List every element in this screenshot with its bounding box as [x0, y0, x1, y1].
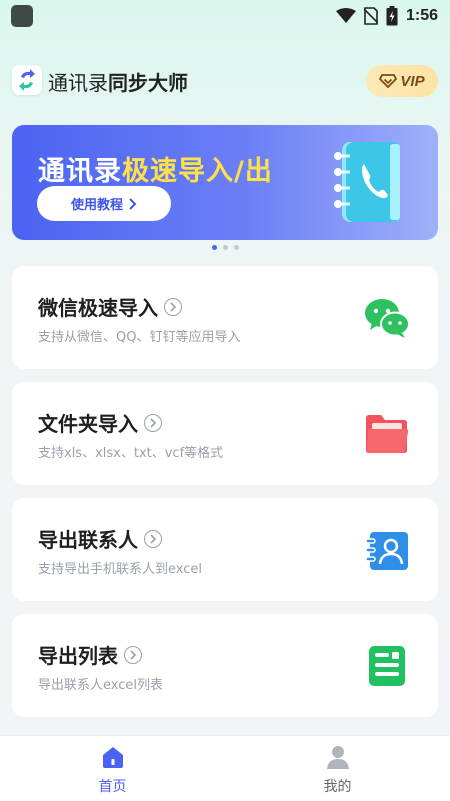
- card-folder-import[interactable]: 文件夹导入 支持xls、xlsx、txt、vcf等格式: [12, 382, 438, 485]
- battery-charging-icon: [386, 6, 398, 26]
- banner-title-highlight: 极速导入/出: [122, 156, 273, 187]
- card-subtitle: 支持从微信、QQ、钉钉等应用导入: [38, 330, 241, 345]
- app-title: 通讯录同步大师: [48, 67, 188, 96]
- home-icon: [103, 747, 123, 768]
- wifi-icon: [335, 8, 356, 23]
- pagination-dot[interactable]: [222, 245, 228, 250]
- card-title: 微信极速导入: [38, 292, 182, 321]
- card-subtitle: 导出联系人excel列表: [38, 678, 163, 693]
- card-title-text: 导出联系人: [38, 528, 138, 552]
- tutorial-button[interactable]: 使用教程: [37, 186, 171, 221]
- sync-logo-icon: [19, 69, 35, 91]
- card-title: 导出列表: [38, 640, 142, 669]
- promo-banner[interactable]: 通讯录极速导入/出 使用教程: [12, 125, 438, 240]
- card-title-text: 导出列表: [38, 644, 118, 668]
- phonebook-icon: [334, 142, 400, 222]
- banner-title-white: 通讯录: [38, 156, 122, 187]
- pagination-dot-active[interactable]: [211, 245, 217, 250]
- app-title-regular: 通讯录: [48, 71, 108, 95]
- card-title-text: 微信极速导入: [38, 296, 158, 320]
- app-notification-icon: [11, 5, 33, 27]
- banner-pagination: [0, 245, 450, 250]
- chevron-right-icon: [129, 197, 137, 210]
- arrow-circle-icon: [144, 413, 162, 432]
- no-sim-icon: [363, 7, 378, 25]
- card-subtitle: 支持xls、xlsx、txt、vcf等格式: [38, 446, 224, 461]
- arrow-circle-icon: [164, 297, 182, 316]
- tutorial-button-label: 使用教程: [70, 198, 123, 213]
- card-subtitle: 支持导出手机联系人到excel: [38, 562, 202, 577]
- tab-home[interactable]: 首页: [0, 736, 225, 801]
- clock: 1:56: [405, 7, 438, 24]
- vip-button[interactable]: VIP: [366, 65, 438, 97]
- arrow-circle-icon: [124, 645, 142, 664]
- vip-label: VIP: [400, 72, 425, 90]
- pagination-dot[interactable]: [233, 245, 239, 250]
- status-bar: 1:56: [0, 0, 450, 32]
- card-wechat-import[interactable]: 微信极速导入 支持从微信、QQ、钉钉等应用导入: [12, 266, 438, 369]
- tab-home-label: 首页: [98, 779, 127, 795]
- app-title-bold: 同步大师: [108, 71, 188, 95]
- card-title: 导出联系人: [38, 524, 162, 553]
- diamond-icon: [379, 74, 398, 88]
- card-title: 文件夹导入: [38, 408, 162, 437]
- person-icon: [327, 746, 349, 769]
- bottom-navigation: 首页 我的: [0, 735, 450, 801]
- contact-card-icon: [365, 532, 408, 570]
- app-header: 通讯录同步大师 VIP: [12, 63, 438, 99]
- status-icons: 1:56: [335, 5, 438, 27]
- card-export-contacts[interactable]: 导出联系人 支持导出手机联系人到excel: [12, 498, 438, 601]
- wechat-icon: [365, 299, 410, 338]
- card-export-list[interactable]: 导出列表 导出联系人excel列表: [12, 614, 438, 717]
- tab-profile[interactable]: 我的: [225, 736, 450, 801]
- arrow-circle-icon: [144, 529, 162, 548]
- app-logo: [12, 65, 42, 95]
- tab-profile-label: 我的: [323, 779, 352, 795]
- list-document-icon: [369, 646, 405, 686]
- folder-icon: [366, 415, 409, 453]
- banner-title: 通讯录极速导入/出: [38, 149, 273, 188]
- card-title-text: 文件夹导入: [38, 412, 138, 436]
